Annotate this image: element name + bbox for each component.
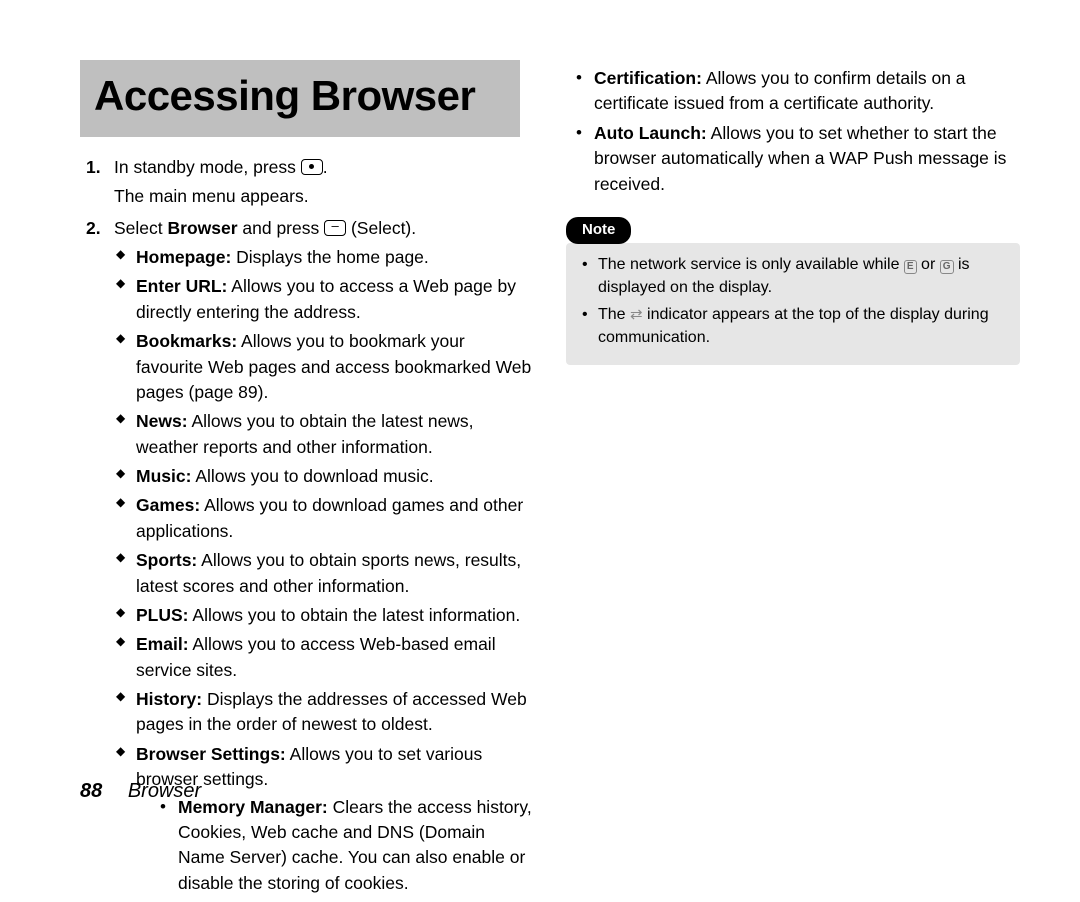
setting-auto-launch: Auto Launch: Allows you to set whether t…	[576, 121, 1020, 197]
menu-music: Music: Allows you to download music.	[114, 464, 534, 489]
setting-certification: Certification: Allows you to confirm det…	[576, 66, 1020, 117]
step-1: 1. In standby mode, press . The main men…	[86, 155, 534, 210]
setting-memory-manager: Memory Manager: Clears the access histor…	[160, 795, 534, 897]
center-key-icon	[301, 159, 323, 175]
menu-games: Games: Allows you to download games and …	[114, 493, 534, 544]
section-title: Accessing Browser	[80, 60, 520, 137]
g-network-icon: G	[940, 260, 954, 274]
title-text: Accessing Browser	[94, 66, 506, 127]
page-number: 88	[80, 780, 102, 802]
note-box: The network service is only available wh…	[566, 243, 1020, 366]
step-1-sub: The main menu appears.	[114, 184, 534, 209]
menu-news: News: Allows you to obtain the latest ne…	[114, 409, 534, 460]
menu-sports: Sports: Allows you to obtain sports news…	[114, 548, 534, 599]
step-2-number: 2.	[86, 216, 101, 241]
menu-browser-settings: Browser Settings: Allows you to set vari…	[114, 742, 534, 896]
step-1-text-a: In standby mode, press	[114, 157, 301, 177]
note-label: Note	[566, 217, 631, 244]
step-2-text-d: (Select).	[346, 218, 416, 238]
menu-bookmarks: Bookmarks: Allows you to bookmark your f…	[114, 329, 534, 405]
step-2-text-a: Select	[114, 218, 168, 238]
step-1-text-b: .	[323, 157, 328, 177]
note-item-1: The network service is only available wh…	[582, 253, 1004, 299]
step-1-number: 1.	[86, 155, 101, 180]
note-item-2: The ⇄ indicator appears at the top of th…	[582, 303, 1004, 349]
page-footer: 88 Browser	[80, 780, 201, 803]
menu-plus: PLUS: Allows you to obtain the latest in…	[114, 603, 534, 628]
footer-section: Browser	[128, 780, 201, 802]
e-network-icon: E	[904, 260, 917, 274]
step-2-text-c: and press	[238, 218, 325, 238]
step-2-browser: Browser	[168, 218, 238, 238]
softkey-icon	[324, 220, 346, 236]
menu-enter-url: Enter URL: Allows you to access a Web pa…	[114, 274, 534, 325]
communication-icon: ⇄	[630, 304, 643, 326]
menu-homepage: Homepage: Displays the home page.	[114, 245, 534, 270]
menu-email: Email: Allows you to access Web-based em…	[114, 632, 534, 683]
menu-history: History: Displays the addresses of acces…	[114, 687, 534, 738]
